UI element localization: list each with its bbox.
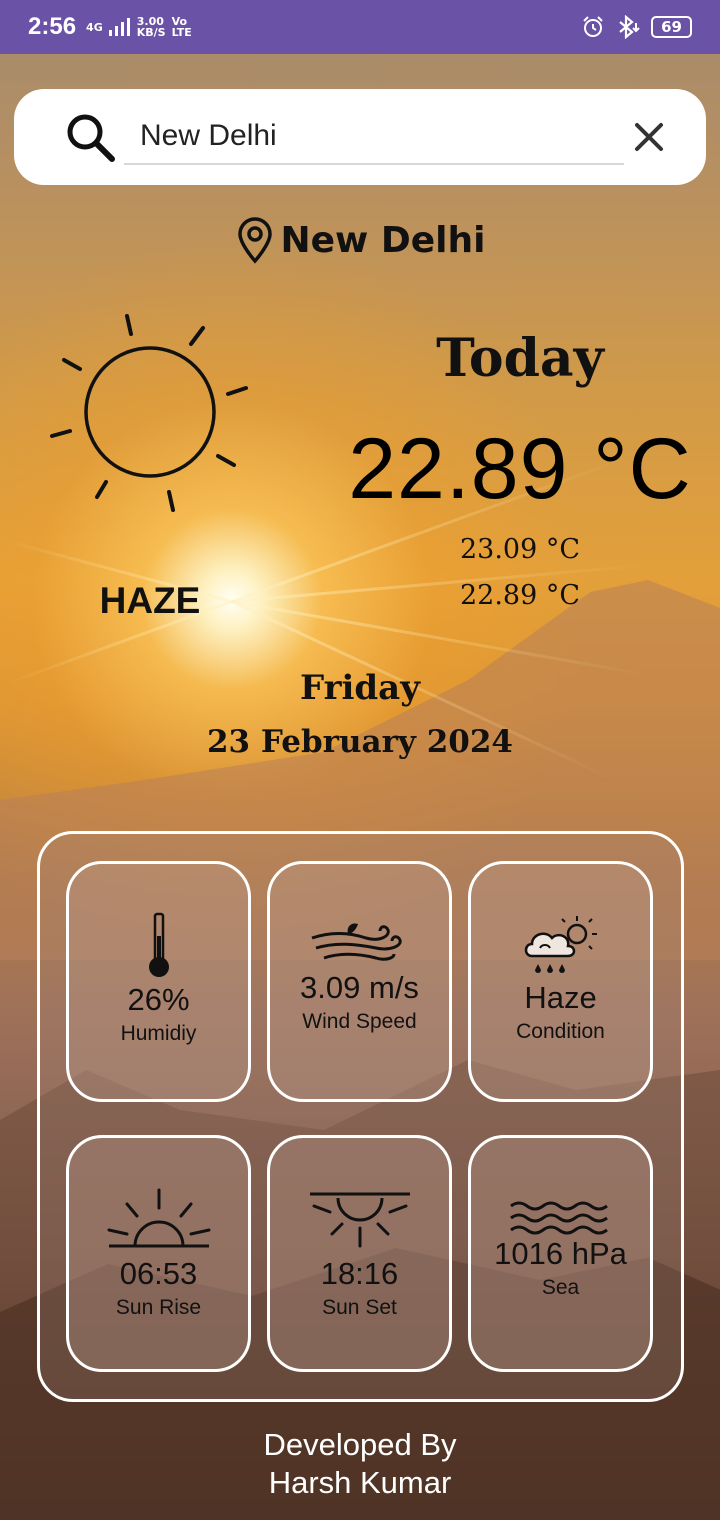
sunrise-value: 06:53 xyxy=(119,1256,198,1291)
alarm-icon xyxy=(583,16,603,37)
volte-bottom: LTE xyxy=(171,26,192,39)
bluetooth-icon xyxy=(619,15,640,39)
signal-icon xyxy=(108,18,130,36)
sunrise-icon xyxy=(107,1188,210,1248)
sunset-label: Sun Set xyxy=(322,1296,397,1319)
location-row: New Delhi xyxy=(0,212,720,268)
weather-condition: HAZE xyxy=(99,580,201,621)
sunrise-card: 06:53 Sun Rise xyxy=(66,1135,251,1372)
location-pin-icon xyxy=(237,217,272,264)
humidity-label: Humidiy xyxy=(120,1022,197,1045)
humidity-card: 26% Humidiy xyxy=(66,861,251,1102)
data-speed: 3.00 KB/S xyxy=(137,16,166,38)
speed-unit: KB/S xyxy=(136,26,166,39)
network-type: 4G xyxy=(86,20,103,34)
search-icon[interactable] xyxy=(64,111,118,165)
condition-card: Haze Condition xyxy=(468,861,653,1102)
network-indicator: 4G xyxy=(86,22,103,33)
wind-speed-card: 3.09 m/s Wind Speed xyxy=(267,861,452,1102)
status-bar: 2:56 4G 3.00 KB/S Vo LTE 69 xyxy=(0,0,720,54)
sunset-icon xyxy=(309,1192,410,1248)
cloud-rain-sun-icon xyxy=(524,916,597,973)
max-temperature: 23.09 °C xyxy=(459,534,581,565)
condition-label: Condition xyxy=(516,1020,605,1043)
sun-icon xyxy=(50,314,248,512)
search-input[interactable] xyxy=(124,109,624,165)
volte-indicator: Vo LTE xyxy=(172,16,192,38)
location-city: New Delhi xyxy=(280,219,486,261)
sunrise-label: Sun Rise xyxy=(115,1296,202,1319)
footer-credits: Developed By Harsh Kumar xyxy=(0,1426,720,1502)
status-time: 2:56 xyxy=(28,13,77,40)
humidity-value: 26% xyxy=(127,982,190,1017)
today-label: Today xyxy=(436,328,604,389)
footer-line-2: Harsh Kumar xyxy=(268,1465,452,1500)
condition-value: Haze xyxy=(524,980,597,1015)
close-icon[interactable] xyxy=(630,118,668,156)
thermometer-icon xyxy=(148,912,169,977)
sea-pressure-value: 1016 hPa xyxy=(494,1236,627,1271)
waves-icon xyxy=(509,1201,608,1235)
date-label: 23 February 2024 xyxy=(206,724,514,760)
wind-speed-value: 3.09 m/s xyxy=(300,970,419,1005)
search-bar xyxy=(14,89,706,185)
current-temperature: 22.89 °C xyxy=(348,421,692,517)
min-temperature: 22.89 °C xyxy=(459,580,581,611)
sea-pressure-label: Sea xyxy=(541,1276,580,1299)
day-label: Friday xyxy=(300,668,420,708)
wind-icon xyxy=(311,923,402,961)
battery-indicator: 69 xyxy=(651,16,692,38)
footer-line-1: Developed By xyxy=(263,1427,457,1462)
sunset-value: 18:16 xyxy=(320,1256,399,1291)
wind-speed-label: Wind Speed xyxy=(302,1010,417,1033)
sunset-card: 18:16 Sun Set xyxy=(267,1135,452,1372)
sea-pressure-card: 1016 hPa Sea xyxy=(468,1135,653,1372)
